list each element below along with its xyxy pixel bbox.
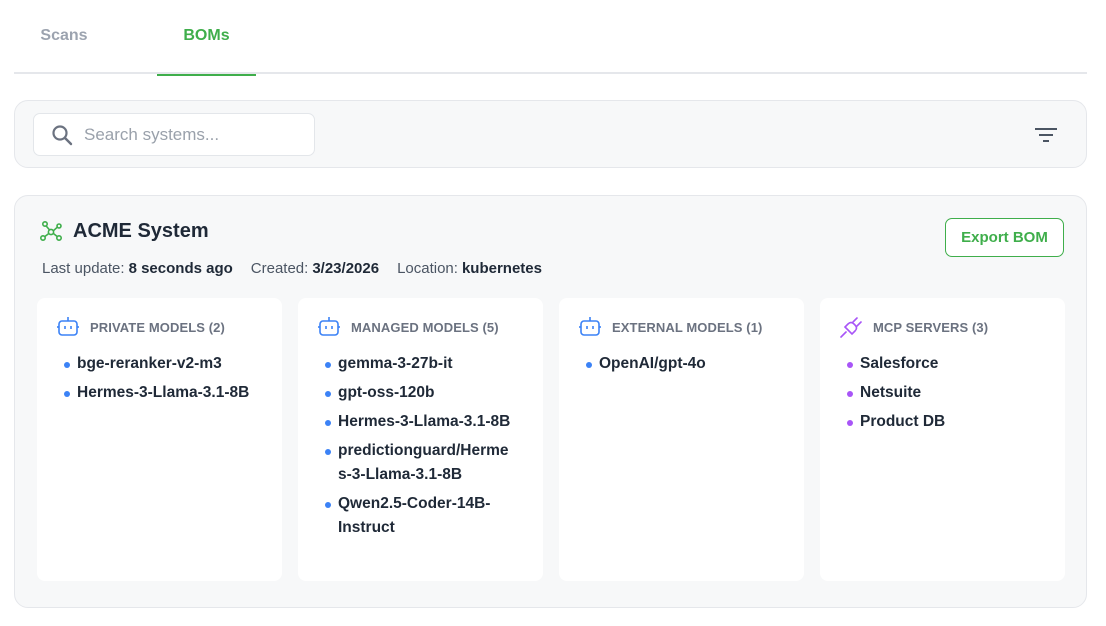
location-value: kubernetes bbox=[461, 260, 542, 277]
system-title: ACME System bbox=[73, 220, 209, 242]
mcp-servers-title: MCP SERVERS (3) bbox=[873, 319, 989, 335]
search-panel bbox=[14, 100, 1087, 168]
bom-columns: PRIVATE MODELS (2) bge-reranker-v2-m3 He… bbox=[37, 298, 1065, 581]
filter-icon[interactable] bbox=[1034, 125, 1058, 145]
tab-boms[interactable]: BOMs bbox=[157, 0, 256, 76]
created-value: 3/23/2026 bbox=[312, 260, 380, 277]
list-item: gemma-3-27b-it bbox=[325, 352, 515, 376]
last-update: Last update: 8 seconds ago bbox=[42, 260, 233, 277]
system-card: ACME System Export BOM Last update: 8 sec… bbox=[14, 195, 1087, 608]
list-item: Salesforce bbox=[847, 352, 1037, 376]
last-update-label: Last update: bbox=[42, 260, 125, 277]
created-label: Created: bbox=[250, 260, 309, 277]
list-item: OpenAI/gpt-4o bbox=[586, 352, 776, 376]
list-item: Hermes-3-Llama-3.1-8B bbox=[64, 381, 254, 405]
list-item: Qwen2.5-Coder-14B-Instruct bbox=[325, 492, 515, 540]
search-input[interactable] bbox=[84, 124, 304, 145]
list-item: bge-reranker-v2-m3 bbox=[64, 352, 254, 376]
mcp-servers-list: Salesforce Netsuite Product DB bbox=[847, 352, 1037, 434]
list-item: gpt-oss-120b bbox=[325, 381, 515, 405]
network-icon bbox=[39, 220, 63, 244]
plug-icon bbox=[839, 316, 863, 338]
tab-scans[interactable]: Scans bbox=[14, 0, 114, 74]
search-box[interactable] bbox=[33, 113, 315, 156]
created: Created: 3/23/2026 bbox=[251, 260, 379, 277]
location: Location: kubernetes bbox=[397, 260, 542, 277]
location-label: Location: bbox=[397, 260, 458, 277]
robot-icon bbox=[578, 316, 602, 338]
external-models-list: OpenAI/gpt-4o bbox=[586, 352, 776, 376]
tab-bar: Scans BOMs bbox=[14, 0, 1087, 76]
private-models-panel: PRIVATE MODELS (2) bge-reranker-v2-m3 He… bbox=[37, 298, 282, 581]
robot-icon bbox=[56, 316, 80, 338]
external-models-panel: EXTERNAL MODELS (1) OpenAI/gpt-4o bbox=[559, 298, 804, 581]
list-item: Hermes-3-Llama-3.1-8B bbox=[325, 410, 515, 434]
managed-models-title: MANAGED MODELS (5) bbox=[351, 319, 499, 335]
mcp-servers-panel: MCP SERVERS (3) Salesforce Netsuite Prod… bbox=[820, 298, 1065, 581]
robot-icon bbox=[317, 316, 341, 338]
search-icon bbox=[51, 124, 73, 146]
private-models-title: PRIVATE MODELS (2) bbox=[90, 319, 225, 335]
list-item: Netsuite bbox=[847, 381, 1037, 405]
managed-models-list: gemma-3-27b-it gpt-oss-120b Hermes-3-Lla… bbox=[325, 352, 515, 540]
export-bom-button[interactable]: Export BOM bbox=[945, 218, 1064, 257]
private-models-list: bge-reranker-v2-m3 Hermes-3-Llama-3.1-8B bbox=[64, 352, 254, 405]
list-item: predictionguard/Hermes-3-Llama-3.1-8B bbox=[325, 439, 515, 487]
system-meta: Last update: 8 seconds ago Created: 3/23/2… bbox=[42, 260, 542, 277]
last-update-value: 8 seconds ago bbox=[128, 260, 233, 277]
external-models-title: EXTERNAL MODELS (1) bbox=[612, 319, 763, 335]
managed-models-panel: MANAGED MODELS (5) gemma-3-27b-it gpt-os… bbox=[298, 298, 543, 581]
list-item: Product DB bbox=[847, 410, 1037, 434]
